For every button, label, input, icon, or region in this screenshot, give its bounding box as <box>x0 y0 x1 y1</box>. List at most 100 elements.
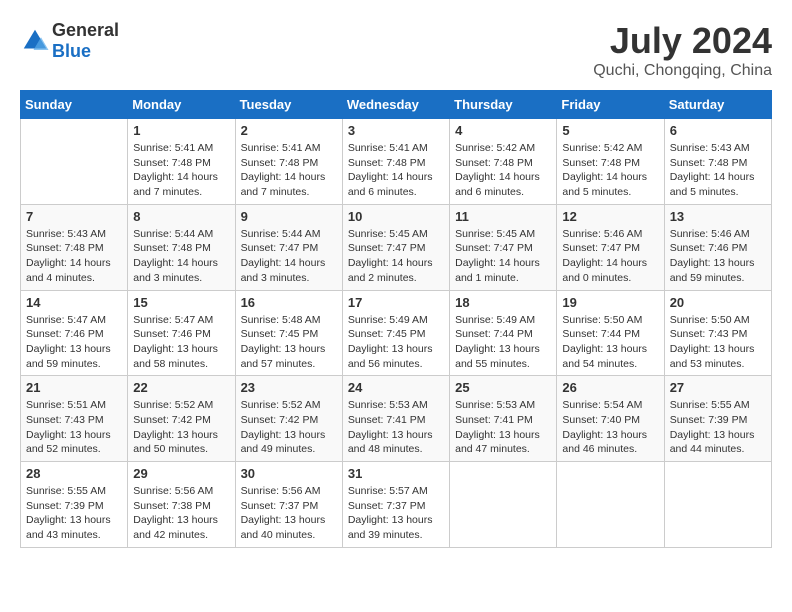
day-number: 20 <box>670 295 766 310</box>
header-day-tuesday: Tuesday <box>235 91 342 119</box>
cell-info: Sunrise: 5:47 AMSunset: 7:46 PMDaylight:… <box>26 313 122 372</box>
day-number: 19 <box>562 295 658 310</box>
day-number: 4 <box>455 123 551 138</box>
calendar-cell: 20 Sunrise: 5:50 AMSunset: 7:43 PMDayligh… <box>664 290 771 376</box>
header-day-sunday: Sunday <box>21 91 128 119</box>
calendar-cell <box>557 462 664 548</box>
day-number: 8 <box>133 209 229 224</box>
day-number: 27 <box>670 380 766 395</box>
calendar-cell: 15 Sunrise: 5:47 AMSunset: 7:46 PMDayligh… <box>128 290 235 376</box>
calendar-cell: 10 Sunrise: 5:45 AMSunset: 7:47 PMDayligh… <box>342 204 449 290</box>
cell-info: Sunrise: 5:44 AMSunset: 7:48 PMDaylight:… <box>133 227 229 286</box>
cell-info: Sunrise: 5:53 AMSunset: 7:41 PMDaylight:… <box>455 398 551 457</box>
day-number: 1 <box>133 123 229 138</box>
calendar-cell: 23Sunrise: 5:52 AMSunset: 7:42 PMDayligh… <box>235 376 342 462</box>
cell-info: Sunrise: 5:50 AMSunset: 7:43 PMDaylight:… <box>670 313 766 372</box>
cell-info: Sunrise: 5:44 AMSunset: 7:47 PMDaylight:… <box>241 227 337 286</box>
cell-info: Sunrise: 5:46 AMSunset: 7:46 PMDaylight:… <box>670 227 766 286</box>
cell-info: Sunrise: 5:45 AMSunset: 7:47 PMDaylight:… <box>348 227 444 286</box>
cell-info: Sunrise: 5:50 AMSunset: 7:44 PMDaylight:… <box>562 313 658 372</box>
cell-info: Sunrise: 5:54 AMSunset: 7:40 PMDaylight:… <box>562 398 658 457</box>
day-number: 23 <box>241 380 337 395</box>
cell-info: Sunrise: 5:55 AMSunset: 7:39 PMDaylight:… <box>26 484 122 543</box>
day-number: 25 <box>455 380 551 395</box>
logo-general: General <box>52 20 119 40</box>
calendar-cell: 1 Sunrise: 5:41 AMSunset: 7:48 PMDaylight… <box>128 119 235 205</box>
day-number: 13 <box>670 209 766 224</box>
title-block: July 2024 Quchi, Chongqing, China <box>593 20 772 80</box>
calendar-cell: 18Sunrise: 5:49 AMSunset: 7:44 PMDayligh… <box>450 290 557 376</box>
calendar-cell: 9Sunrise: 5:44 AMSunset: 7:47 PMDaylight… <box>235 204 342 290</box>
day-number: 28 <box>26 466 122 481</box>
calendar-table: SundayMondayTuesdayWednesdayThursdayFrid… <box>20 90 772 548</box>
calendar-cell: 19 Sunrise: 5:50 AMSunset: 7:44 PMDayligh… <box>557 290 664 376</box>
calendar-cell: 12 Sunrise: 5:46 AMSunset: 7:47 PMDayligh… <box>557 204 664 290</box>
cell-info: Sunrise: 5:52 AMSunset: 7:42 PMDaylight:… <box>133 398 229 457</box>
calendar-cell: 6Sunrise: 5:43 AMSunset: 7:48 PMDaylight… <box>664 119 771 205</box>
cell-info: Sunrise: 5:53 AMSunset: 7:41 PMDaylight:… <box>348 398 444 457</box>
logo-text: General Blue <box>52 20 119 62</box>
cell-info: Sunrise: 5:46 AMSunset: 7:47 PMDaylight:… <box>562 227 658 286</box>
calendar-body: 1 Sunrise: 5:41 AMSunset: 7:48 PMDaylight… <box>21 119 772 548</box>
month-year-title: July 2024 <box>593 20 772 62</box>
calendar-cell: 11Sunrise: 5:45 AMSunset: 7:47 PMDayligh… <box>450 204 557 290</box>
calendar-cell: 31Sunrise: 5:57 AMSunset: 7:37 PMDayligh… <box>342 462 449 548</box>
calendar-cell: 27Sunrise: 5:55 AMSunset: 7:39 PMDayligh… <box>664 376 771 462</box>
cell-info: Sunrise: 5:51 AMSunset: 7:43 PMDaylight:… <box>26 398 122 457</box>
calendar-cell: 13 Sunrise: 5:46 AMSunset: 7:46 PMDayligh… <box>664 204 771 290</box>
calendar-cell: 30Sunrise: 5:56 AMSunset: 7:37 PMDayligh… <box>235 462 342 548</box>
day-number: 24 <box>348 380 444 395</box>
calendar-cell: 14 Sunrise: 5:47 AMSunset: 7:46 PMDayligh… <box>21 290 128 376</box>
cell-info: Sunrise: 5:43 AMSunset: 7:48 PMDaylight:… <box>670 141 766 200</box>
calendar-cell: 4 Sunrise: 5:42 AMSunset: 7:48 PMDaylight… <box>450 119 557 205</box>
calendar-cell <box>450 462 557 548</box>
cell-info: Sunrise: 5:47 AMSunset: 7:46 PMDaylight:… <box>133 313 229 372</box>
day-number: 3 <box>348 123 444 138</box>
calendar-cell: 7 Sunrise: 5:43 AMSunset: 7:48 PMDaylight… <box>21 204 128 290</box>
cell-info: Sunrise: 5:56 AMSunset: 7:37 PMDaylight:… <box>241 484 337 543</box>
header-day-wednesday: Wednesday <box>342 91 449 119</box>
week-row-4: 28 Sunrise: 5:55 AMSunset: 7:39 PMDayligh… <box>21 462 772 548</box>
day-number: 11 <box>455 209 551 224</box>
header-day-saturday: Saturday <box>664 91 771 119</box>
day-number: 7 <box>26 209 122 224</box>
cell-info: Sunrise: 5:41 AMSunset: 7:48 PMDaylight:… <box>241 141 337 200</box>
cell-info: Sunrise: 5:56 AMSunset: 7:38 PMDaylight:… <box>133 484 229 543</box>
day-number: 17 <box>348 295 444 310</box>
calendar-cell: 25 Sunrise: 5:53 AMSunset: 7:41 PMDayligh… <box>450 376 557 462</box>
day-number: 5 <box>562 123 658 138</box>
calendar-cell: 29 Sunrise: 5:56 AMSunset: 7:38 PMDayligh… <box>128 462 235 548</box>
day-number: 16 <box>241 295 337 310</box>
day-number: 31 <box>348 466 444 481</box>
week-row-1: 7 Sunrise: 5:43 AMSunset: 7:48 PMDaylight… <box>21 204 772 290</box>
calendar-cell: 21Sunrise: 5:51 AMSunset: 7:43 PMDayligh… <box>21 376 128 462</box>
calendar-cell <box>664 462 771 548</box>
day-number: 29 <box>133 466 229 481</box>
week-row-3: 21Sunrise: 5:51 AMSunset: 7:43 PMDayligh… <box>21 376 772 462</box>
page-header: General Blue July 2024 Quchi, Chongqing,… <box>20 20 772 80</box>
cell-info: Sunrise: 5:42 AMSunset: 7:48 PMDaylight:… <box>455 141 551 200</box>
header-row: SundayMondayTuesdayWednesdayThursdayFrid… <box>21 91 772 119</box>
calendar-cell: 16Sunrise: 5:48 AMSunset: 7:45 PMDayligh… <box>235 290 342 376</box>
calendar-cell: 5 Sunrise: 5:42 AMSunset: 7:48 PMDaylight… <box>557 119 664 205</box>
day-number: 10 <box>348 209 444 224</box>
calendar-cell: 17 Sunrise: 5:49 AMSunset: 7:45 PMDayligh… <box>342 290 449 376</box>
cell-info: Sunrise: 5:49 AMSunset: 7:45 PMDaylight:… <box>348 313 444 372</box>
day-number: 18 <box>455 295 551 310</box>
day-number: 14 <box>26 295 122 310</box>
cell-info: Sunrise: 5:41 AMSunset: 7:48 PMDaylight:… <box>133 141 229 200</box>
location-subtitle: Quchi, Chongqing, China <box>593 62 772 80</box>
cell-info: Sunrise: 5:43 AMSunset: 7:48 PMDaylight:… <box>26 227 122 286</box>
header-day-thursday: Thursday <box>450 91 557 119</box>
calendar-cell: 22Sunrise: 5:52 AMSunset: 7:42 PMDayligh… <box>128 376 235 462</box>
header-day-monday: Monday <box>128 91 235 119</box>
calendar-cell: 28 Sunrise: 5:55 AMSunset: 7:39 PMDayligh… <box>21 462 128 548</box>
week-row-0: 1 Sunrise: 5:41 AMSunset: 7:48 PMDaylight… <box>21 119 772 205</box>
calendar-cell: 3Sunrise: 5:41 AMSunset: 7:48 PMDaylight… <box>342 119 449 205</box>
cell-info: Sunrise: 5:42 AMSunset: 7:48 PMDaylight:… <box>562 141 658 200</box>
day-number: 15 <box>133 295 229 310</box>
calendar-header: SundayMondayTuesdayWednesdayThursdayFrid… <box>21 91 772 119</box>
week-row-2: 14 Sunrise: 5:47 AMSunset: 7:46 PMDayligh… <box>21 290 772 376</box>
day-number: 12 <box>562 209 658 224</box>
calendar-cell: 26Sunrise: 5:54 AMSunset: 7:40 PMDayligh… <box>557 376 664 462</box>
